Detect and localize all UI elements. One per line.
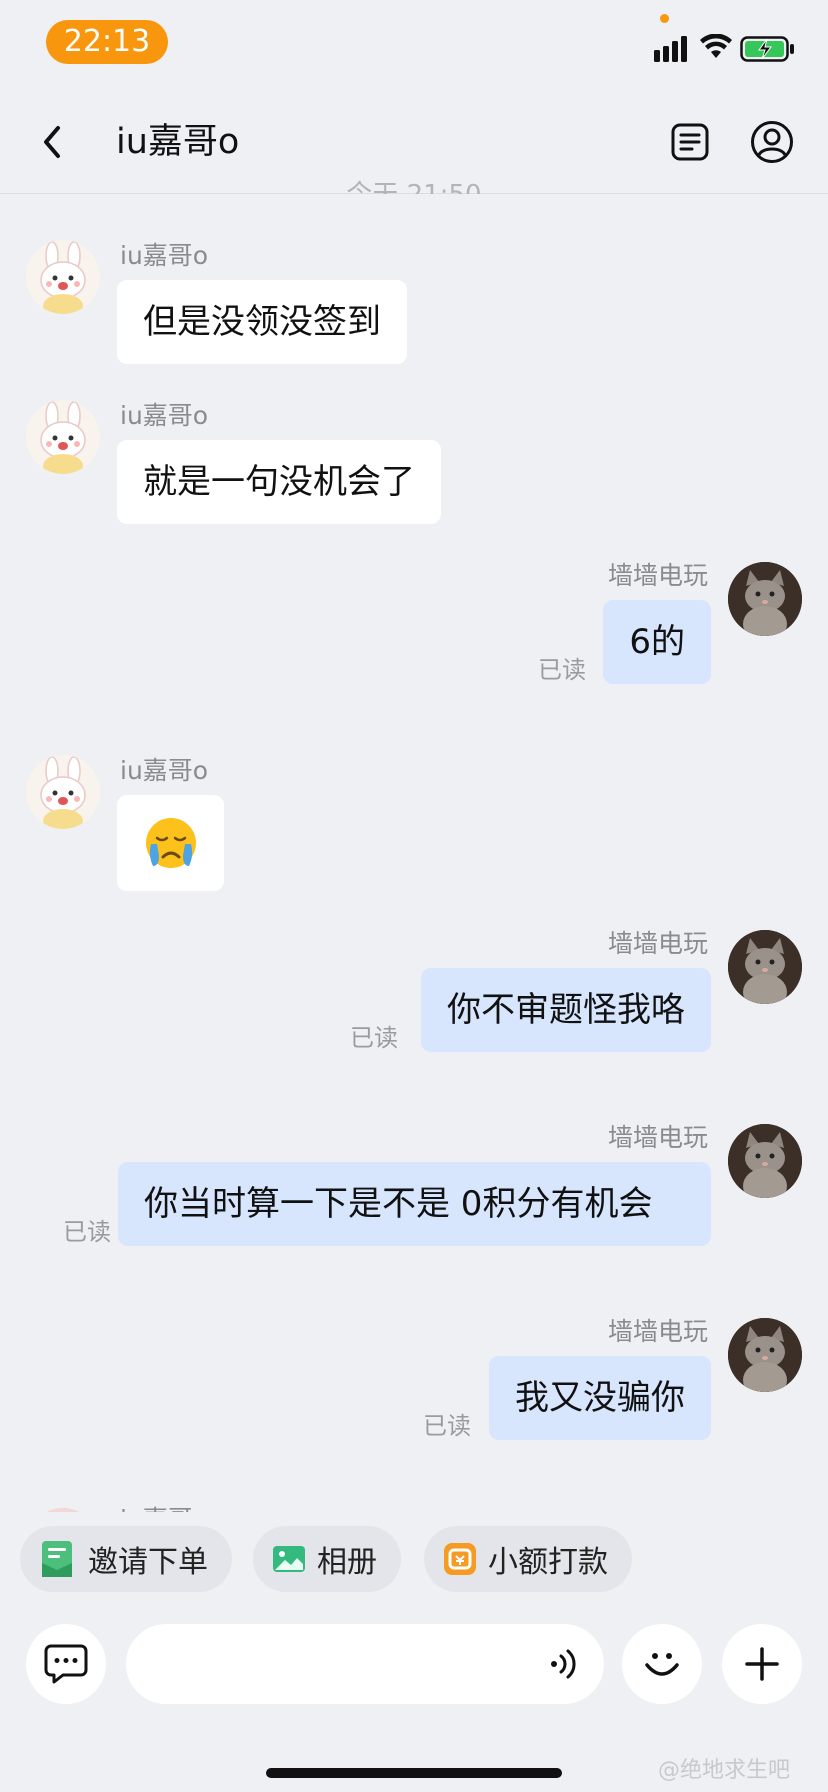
status-bar: 22:13 [0,0,828,90]
wifi-icon [700,34,732,58]
chat-screen: 22:13 iu嘉哥o iu嘉哥o 但是没领没签到 iu嘉哥o 就是一句没机会了… [0,0,828,1792]
read-receipt: 已读 [538,656,586,684]
contact-avatar[interactable] [26,755,100,829]
read-receipt: 已读 [63,1218,111,1246]
sender-name: 墙墙电玩 [607,929,708,958]
message-bubble-outgoing[interactable]: 6的 [603,600,711,684]
status-time: 22:13 [46,20,168,64]
date-separator: 今天 21:50 [0,180,828,194]
sender-name: 墙墙电玩 [607,561,708,590]
smiley-icon [645,1653,679,1676]
message-bubble-outgoing[interactable]: 你不审题怪我咯 [421,968,711,1052]
chat-bubble-icon [44,1644,88,1684]
bunny-avatar-icon [26,755,100,829]
album-button[interactable]: 相册 [253,1526,401,1592]
small-payment-icon [444,1543,476,1575]
contact-avatar[interactable] [26,240,100,314]
invite-order-label: 邀请下单 [88,1545,208,1580]
my-avatar[interactable] [728,1318,802,1392]
chat-header: iu嘉哥o [0,90,828,194]
input-bar: @绝地求生吧 [0,1604,828,1792]
partial-sender-name: iu嘉哥o [120,1504,208,1512]
bunny-avatar-icon [26,240,100,314]
emoji-button[interactable] [622,1624,702,1704]
my-avatar[interactable] [728,930,802,1004]
sender-name: 墙墙电玩 [607,1317,708,1346]
contact-avatar[interactable] [26,400,100,474]
my-avatar[interactable] [728,562,802,636]
message-bubble-outgoing[interactable]: 你当时算一下是不是 0积分有机会 [118,1162,711,1246]
profile-icon[interactable] [750,120,794,164]
message-bubble-incoming[interactable]: 就是一句没机会了 [117,440,441,524]
invite-order-button[interactable]: 邀请下单 [20,1526,232,1592]
album-label: 相册 [317,1545,377,1580]
more-button[interactable] [722,1624,802,1704]
order-list-icon[interactable] [670,122,710,162]
sender-name: iu嘉哥o [120,401,209,430]
battery-charging-icon [740,36,794,62]
read-receipt: 已读 [350,1024,398,1052]
message-input[interactable] [126,1624,604,1704]
small-payment-label: 小额打款 [488,1545,608,1580]
cat-avatar-icon [728,1124,802,1198]
message-bubble-incoming-emoji[interactable]: 😭 [117,795,224,891]
home-indicator[interactable] [266,1768,562,1778]
bunny-avatar-icon [26,400,100,474]
sender-name: 墙墙电玩 [607,1123,708,1152]
album-icon [273,1546,305,1572]
invite-order-icon [42,1541,72,1577]
read-receipt: 已读 [423,1412,471,1440]
message-bubble-outgoing[interactable]: 我又没骗你 [489,1356,711,1440]
message-bubble-incoming[interactable]: 但是没领没签到 [117,280,407,364]
voice-icon[interactable] [548,1646,582,1682]
cat-avatar-icon [728,930,802,1004]
back-arrow-icon[interactable] [34,120,74,164]
privacy-indicator-dot [660,14,669,23]
small-payment-button[interactable]: 小额打款 [424,1526,632,1592]
sender-name: iu嘉哥o [120,756,209,785]
cat-avatar-icon [728,562,802,636]
chat-title: iu嘉哥o [116,122,240,162]
watermark: @绝地求生吧 [658,1758,791,1783]
cellular-signal-icon [654,36,687,62]
cat-avatar-icon [728,1318,802,1392]
quick-actions-bar: 邀请下单 相册 小额打款 [0,1512,828,1604]
my-avatar[interactable] [728,1124,802,1198]
quick-reply-button[interactable] [26,1624,106,1704]
plus-icon [745,1647,779,1681]
sender-name: iu嘉哥o [120,241,209,270]
